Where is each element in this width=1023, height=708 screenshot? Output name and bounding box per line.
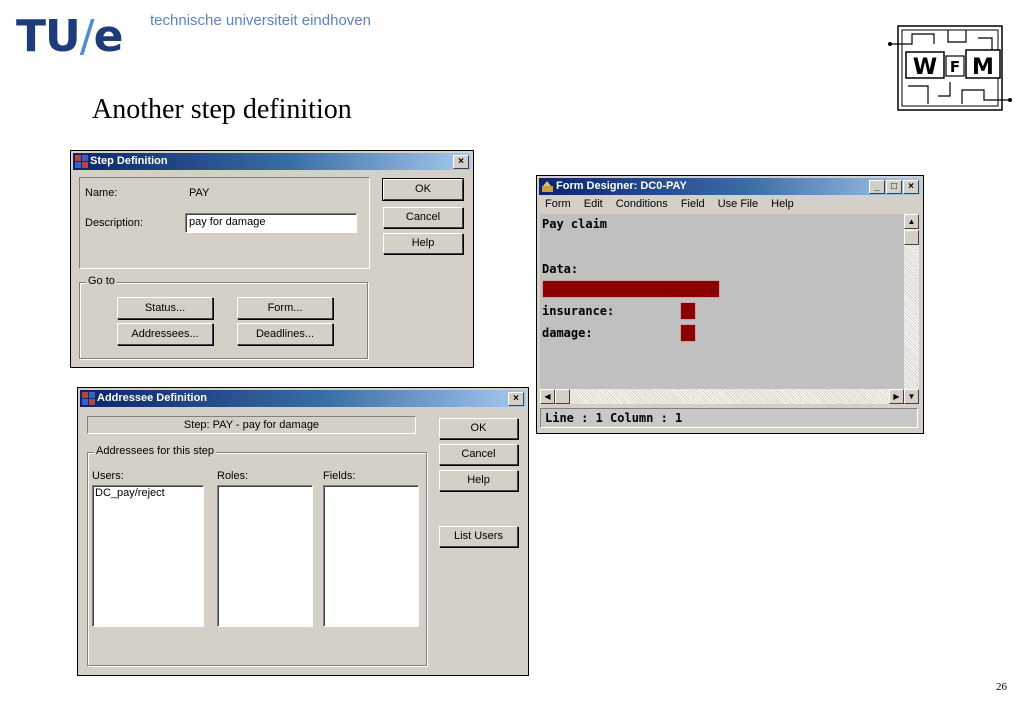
scroll-right-icon[interactable]: ▶ [889,389,904,404]
status-bar: Line : 1 Column : 1 [540,408,918,428]
roles-label: Roles: [217,470,249,482]
goto-group: Go to [79,275,368,359]
form-line-insurance: insurance: [542,304,615,318]
app-icon [82,392,95,405]
addressee-definition-title: Addressee Definition [97,392,208,404]
fields-list[interactable] [323,485,419,627]
minimize-button[interactable]: _ [869,180,885,194]
name-label: Name: [85,187,118,199]
cancel-button[interactable]: Cancel [383,207,463,228]
form-canvas[interactable]: Pay claim Data: insurance: damage: [540,214,904,389]
addressees-button[interactable]: Addressees... [117,323,213,345]
form-line-damage: damage: [542,326,593,340]
tue-logo-slash: / [79,11,95,62]
data-field[interactable] [542,280,720,298]
form-button[interactable]: Form... [237,297,333,319]
ok-button[interactable]: OK [382,178,464,201]
tue-logo-e: e [93,11,124,62]
wfm-logo: W F M [888,25,1012,111]
form-designer-window: Form Designer: DC0-PAY _ □ × Form Edit C… [536,175,924,434]
deadlines-button[interactable]: Deadlines... [237,323,333,345]
list-item[interactable]: DC_pay/reject [95,487,201,499]
form-designer-icon [542,181,553,192]
menu-use-file[interactable]: Use File [718,198,758,210]
scroll-left-icon[interactable]: ◀ [540,389,555,404]
app-icon [75,155,88,168]
vertical-scroll-thumb[interactable] [904,230,919,245]
tue-logo-tu: TU [16,11,81,62]
roles-list[interactable] [217,485,313,627]
tue-logo: TU/e [16,11,124,62]
menu-bar: Form Edit Conditions Field Use File Help [545,198,804,210]
form-line-data: Data: [542,262,579,276]
help-button[interactable]: Help [383,233,463,254]
slide-title: Another step definition [92,94,352,125]
step-definition-titlebar[interactable]: Step Definition × [73,153,471,170]
addressees-group-label: Addressees for this step [94,445,217,457]
form-designer-titlebar[interactable]: Form Designer: DC0-PAY _ □ × [539,178,921,195]
description-label: Description: [85,217,144,229]
menu-conditions[interactable]: Conditions [616,198,668,210]
close-button[interactable]: × [903,180,919,194]
step-definition-title: Step Definition [90,155,168,167]
scroll-down-icon[interactable]: ▼ [904,389,919,404]
horizontal-scrollbar[interactable] [540,389,904,404]
name-value: PAY [189,187,210,199]
menu-help[interactable]: Help [771,198,794,210]
scroll-up-icon[interactable]: ▲ [904,214,919,229]
addressee-definition-window: Addressee Definition × Step: PAY - pay f… [77,387,529,676]
menu-edit[interactable]: Edit [584,198,603,210]
university-name: technische universiteit eindhoven [150,12,371,29]
page-number: 26 [996,681,1007,693]
list-users-button[interactable]: List Users [439,526,518,547]
step-definition-window: Step Definition × Name: PAY Description:… [70,150,474,368]
fields-label: Fields: [323,470,356,482]
form-line-pay-claim: Pay claim [542,217,608,231]
cancel-button[interactable]: Cancel [439,444,518,465]
description-field[interactable]: pay for damage [185,213,357,233]
wfm-logo-f: F [950,58,960,76]
maximize-button[interactable]: □ [886,180,902,194]
wfm-logo-m: M [972,55,994,80]
addressee-definition-titlebar[interactable]: Addressee Definition × [80,390,526,407]
horizontal-scroll-thumb[interactable] [555,389,570,404]
close-button[interactable]: × [453,155,469,169]
status-button[interactable]: Status... [117,297,213,319]
goto-group-label: Go to [86,275,117,287]
help-button[interactable]: Help [439,470,518,491]
form-designer-title: Form Designer: DC0-PAY [556,180,687,192]
wfm-logo-w: W [913,55,937,80]
close-button[interactable]: × [508,392,524,406]
step-display: Step: PAY - pay for damage [87,416,416,434]
damage-field[interactable] [680,324,696,342]
insurance-field[interactable] [680,302,696,320]
menu-field[interactable]: Field [681,198,705,210]
menu-form[interactable]: Form [545,198,571,210]
ok-button[interactable]: OK [439,418,518,439]
users-label: Users: [92,470,124,482]
users-list[interactable]: DC_pay/reject [92,485,204,627]
